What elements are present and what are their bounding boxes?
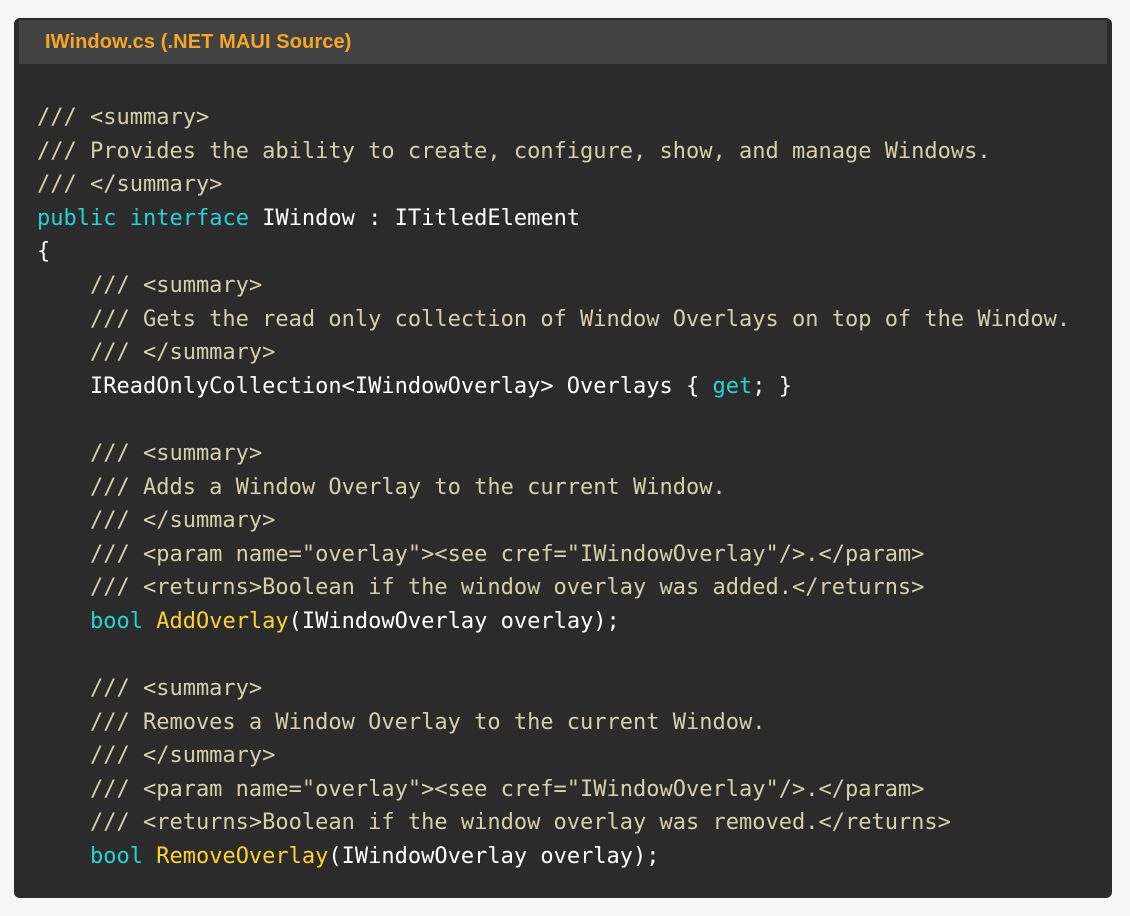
keyword-token: interface: [129, 205, 249, 231]
code-token: IReadOnlyCollection<IWindowOverlay> Over…: [37, 373, 713, 399]
keyword-token: get: [712, 373, 753, 399]
code-line: bool RemoveOverlay(IWindowOverlay overla…: [37, 840, 1112, 874]
comment-token: /// Removes a Window Overlay to the curr…: [37, 709, 766, 735]
code-line: /// <summary>: [37, 269, 1112, 303]
code-block[interactable]: /// <summary> /// Provides the ability to…: [37, 101, 1112, 874]
comment-token: /// </summary>: [37, 743, 276, 769]
code-line: /// Gets the read only collection of Win…: [37, 303, 1112, 337]
comment-token: /// Adds a Window Overlay to the current…: [37, 474, 726, 500]
code-token: IWindow : ITitledElement: [248, 205, 581, 231]
comment-token: /// <param name="overlay"><see cref="IWi…: [37, 776, 925, 802]
code-line: /// </summary>: [37, 739, 1112, 773]
code-line: /// Removes a Window Overlay to the curr…: [37, 706, 1112, 740]
method-name-token: RemoveOverlay: [156, 844, 329, 870]
comment-token: /// </summary>: [37, 340, 276, 366]
code-line: /// </summary>: [37, 336, 1112, 370]
title-bar: IWindow.cs (.NET MAUI Source): [19, 20, 1107, 64]
comment-token: /// <summary>: [37, 440, 263, 466]
comment-token: /// Gets the read only collection of Win…: [37, 306, 1071, 332]
code-line: bool AddOverlay(IWindowOverlay overlay);: [37, 605, 1112, 639]
comment-token: /// <returns>Boolean if the window overl…: [37, 810, 951, 836]
comment-token: /// </summary>: [37, 172, 223, 198]
code-token: ; }: [752, 373, 793, 399]
comment-token: /// </summary>: [37, 508, 276, 534]
code-token: (IWindowOverlay overlay);: [328, 844, 660, 870]
method-name-token: AddOverlay: [156, 608, 289, 634]
file-title: IWindow.cs (.NET MAUI Source): [45, 30, 352, 53]
keyword-token: bool: [89, 608, 143, 634]
comment-token: /// <summary>: [37, 676, 263, 702]
code-token: {: [37, 239, 51, 265]
code-line: /// <summary>: [37, 672, 1112, 706]
code-line: /// Provides the ability to create, conf…: [37, 135, 1112, 169]
code-line: /// <returns>Boolean if the window overl…: [37, 806, 1112, 840]
comment-token: /// <summary>: [37, 105, 210, 130]
code-line: /// <summary>: [37, 101, 1112, 135]
code-line: {: [37, 235, 1112, 269]
code-line: /// Adds a Window Overlay to the current…: [37, 471, 1112, 505]
comment-token: /// Provides the ability to create, conf…: [37, 138, 991, 164]
comment-token: /// <param name="overlay"><see cref="IWi…: [37, 541, 925, 567]
code-window: IWindow.cs (.NET MAUI Source) /// <summa…: [14, 18, 1112, 898]
code-line: /// <summary>: [37, 437, 1112, 471]
code-line: /// <param name="overlay"><see cref="IWi…: [37, 538, 1112, 572]
code-line: public interface IWindow : ITitledElemen…: [37, 202, 1112, 236]
code-line: /// <param name="overlay"><see cref="IWi…: [37, 773, 1112, 807]
comment-token: /// <summary>: [37, 272, 263, 298]
comment-token: /// <returns>Boolean if the window overl…: [37, 575, 925, 601]
keyword-token: bool: [89, 844, 143, 870]
code-line: IReadOnlyCollection<IWindowOverlay> Over…: [37, 370, 1112, 404]
code-line: /// <returns>Boolean if the window overl…: [37, 571, 1112, 605]
code-token: (IWindowOverlay overlay);: [288, 608, 620, 634]
code-line: /// </summary>: [37, 504, 1112, 538]
keyword-token: public: [37, 205, 117, 231]
code-line: /// </summary>: [37, 168, 1112, 202]
